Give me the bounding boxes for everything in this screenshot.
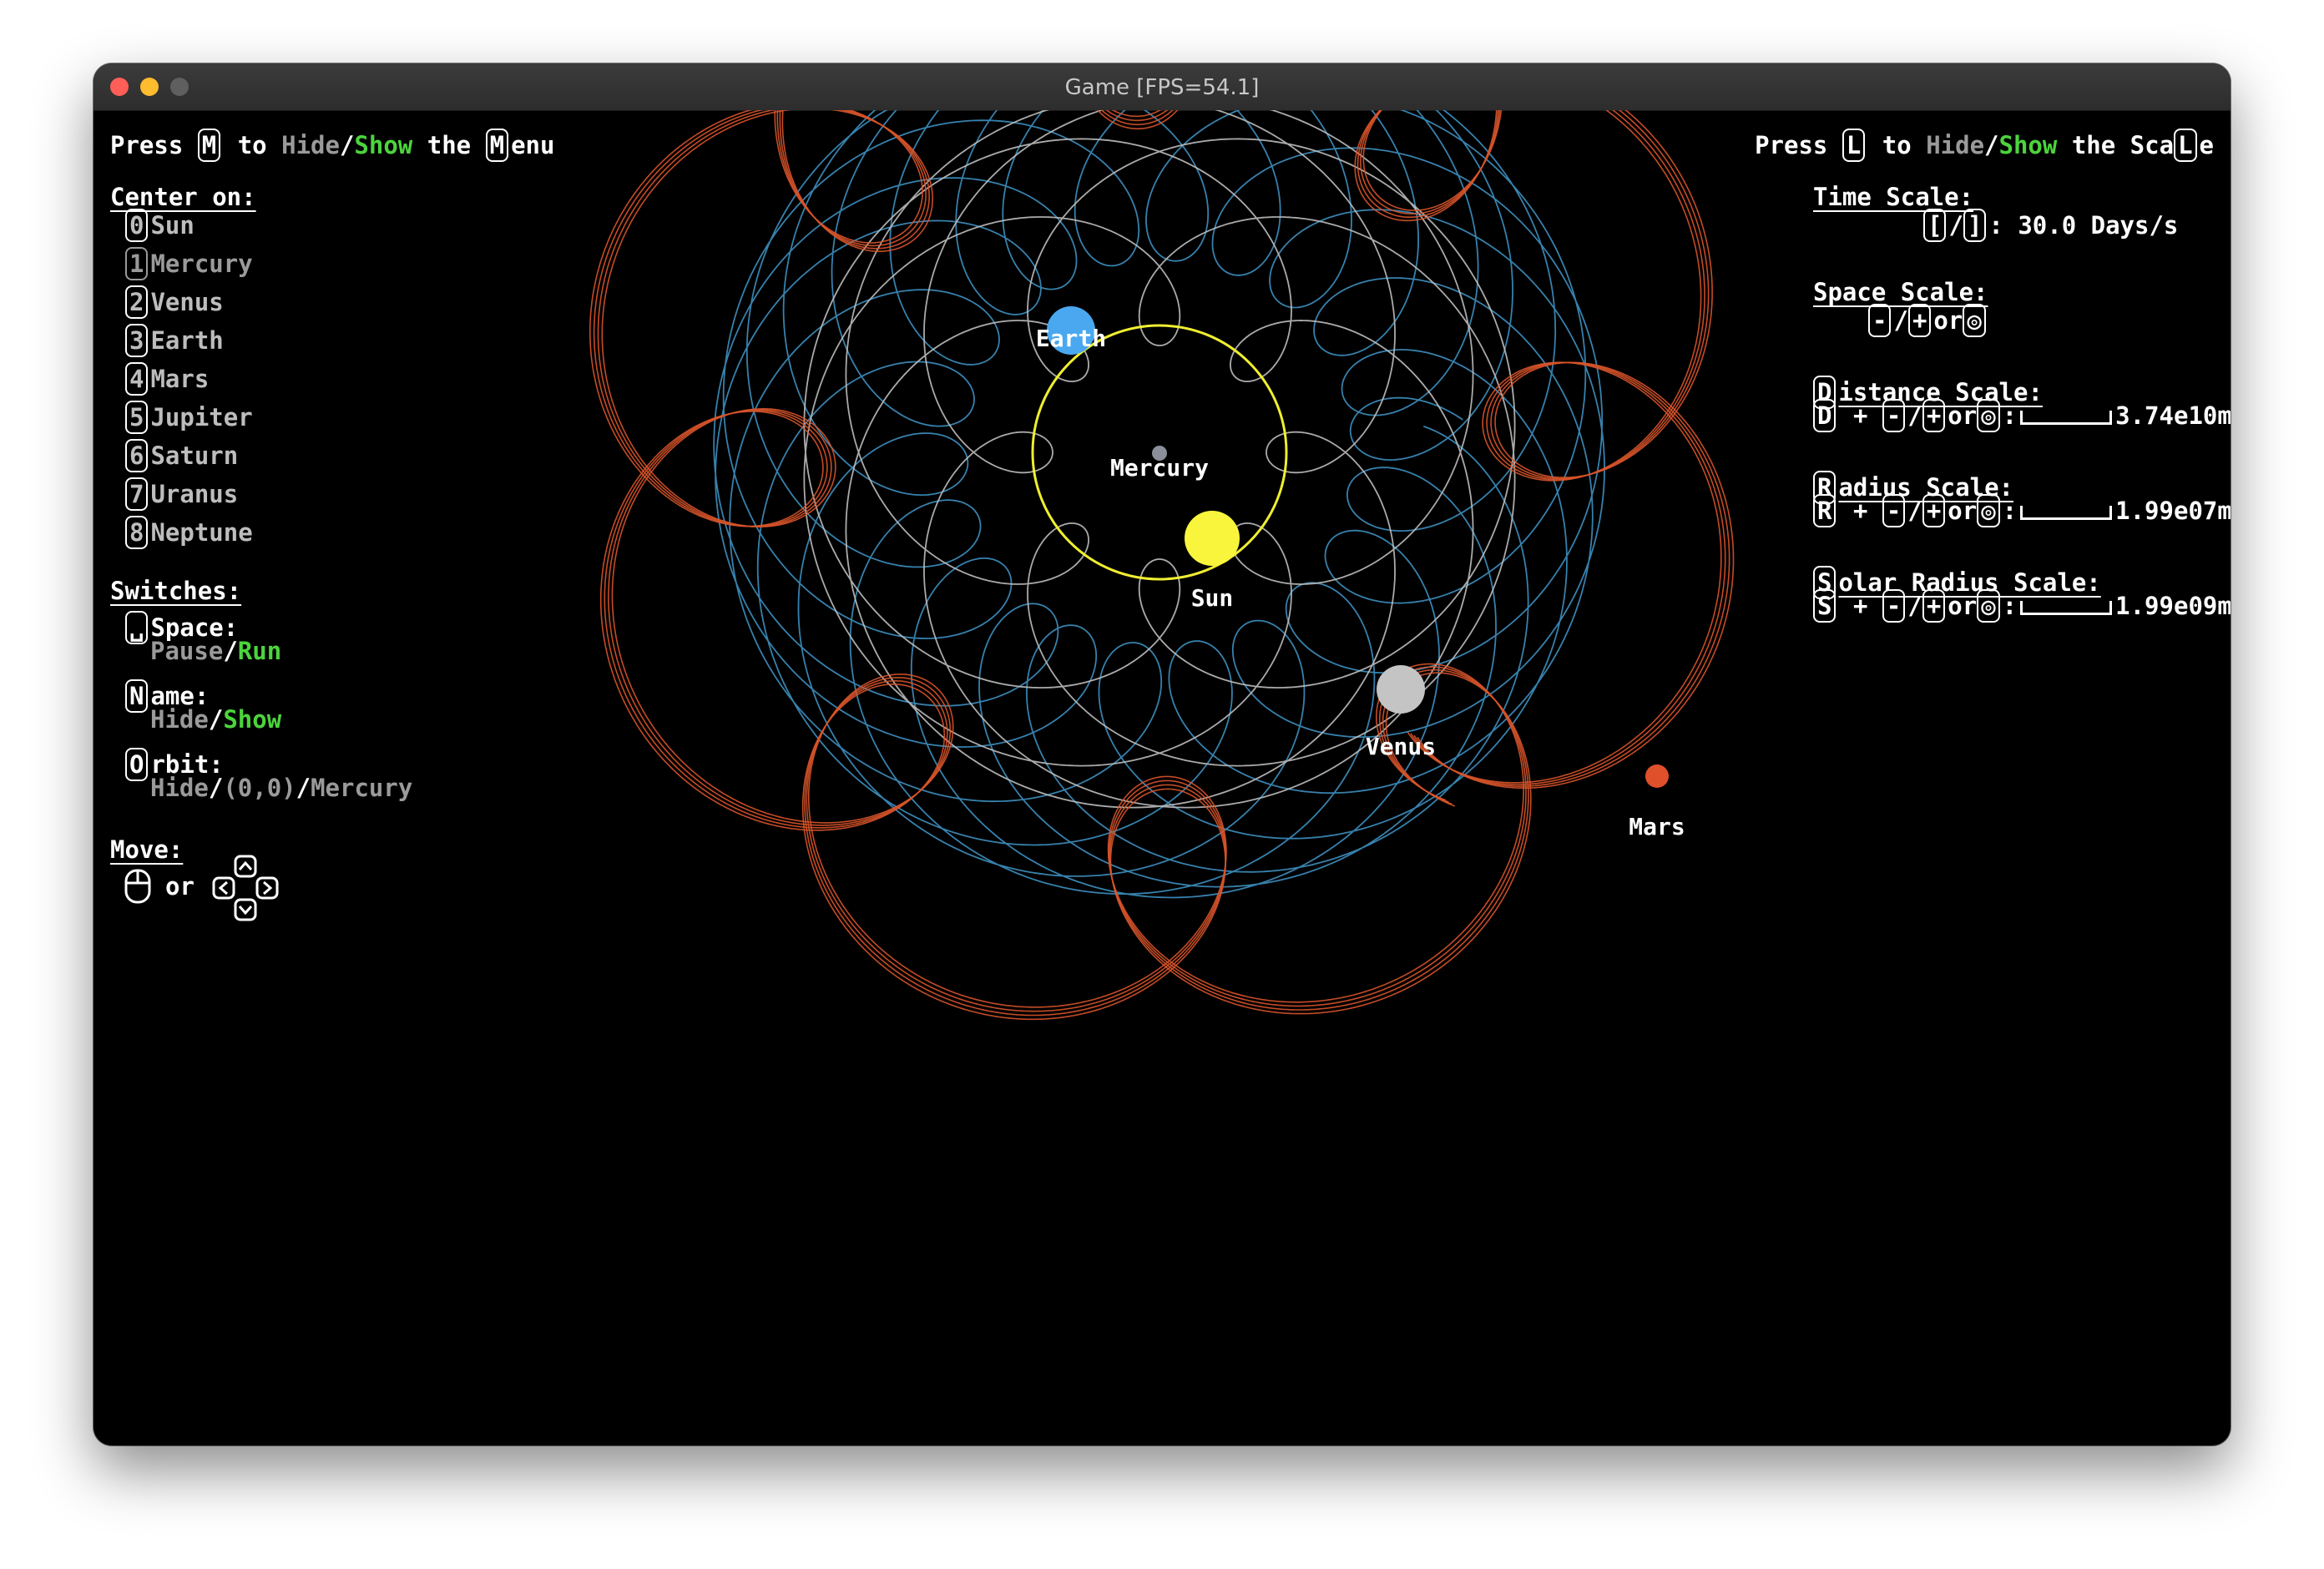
- menu-toggle-hint: Press M to Hide/Show the Menu: [110, 129, 554, 162]
- center-on-item-label: Jupiter: [150, 403, 253, 431]
- mouse-icon: [124, 869, 151, 904]
- mars-body[interactable]: [1645, 764, 1669, 788]
- key-bracket-right[interactable]: ]: [1963, 209, 1987, 242]
- distance-scale-row: D + - / + or ◎:3.74e10m: [1813, 399, 2231, 432]
- solar-radius-scale-row: S + - / + or ◎:1.99e09m: [1813, 589, 2231, 623]
- space-scale-heading: Space Scale:: [1813, 278, 1988, 306]
- key-plus[interactable]: +: [1907, 304, 1932, 337]
- center-on-item-venus[interactable]: 2 Venus: [125, 285, 224, 319]
- move-controls: or: [124, 855, 279, 933]
- center-on-item-label: Earth: [150, 326, 224, 355]
- key-7[interactable]: 7: [125, 477, 149, 511]
- space-switch-options: Pause/Run: [150, 637, 282, 665]
- scroll-wheel-icon: ◎: [1977, 494, 2000, 527]
- key-minus[interactable]: -: [1868, 304, 1892, 337]
- key-l[interactable]: L: [1842, 129, 1866, 162]
- time-scale-value: : 30.0 Days/s: [1988, 211, 2179, 240]
- space-scale-row: - / + or ◎: [1868, 304, 1988, 337]
- radius-scale-value: 1.99e07m: [2115, 497, 2231, 525]
- key-0[interactable]: 0: [125, 209, 149, 242]
- key-n[interactable]: N: [125, 679, 149, 713]
- center-on-item-label: Mars: [150, 365, 210, 393]
- mercury-label: Mercury: [1110, 454, 1209, 482]
- center-on-item-label: Mercury: [150, 250, 253, 278]
- scroll-wheel-icon: ◎: [1977, 399, 2000, 432]
- radius-scale-slider[interactable]: [2020, 505, 2113, 520]
- key-space[interactable]: ␣: [125, 611, 149, 644]
- center-on-item-mars[interactable]: 4 Mars: [125, 362, 209, 396]
- radius-scale-row: R + - / + or ◎:1.99e07m: [1813, 494, 2231, 527]
- scroll-wheel-icon: ◎: [1977, 589, 2000, 623]
- scroll-wheel-icon: ◎: [1963, 304, 1986, 337]
- center-on-item-label: Neptune: [150, 518, 253, 547]
- center-on-item-label: Sun: [150, 211, 195, 240]
- center-on-item-saturn[interactable]: 6 Saturn: [125, 439, 238, 472]
- move-heading: Move:: [110, 835, 184, 864]
- time-scale-row: [/]: 30.0 Days/s: [1923, 209, 2178, 242]
- time-scale-heading: Time Scale:: [1813, 183, 1974, 211]
- name-switch-options: Hide/Show: [150, 705, 282, 734]
- key-3[interactable]: 3: [125, 324, 149, 357]
- key-1[interactable]: 1: [125, 247, 149, 280]
- center-on-item-uranus[interactable]: 7 Uranus: [125, 477, 238, 511]
- center-on-item-label: Venus: [150, 288, 224, 316]
- key-2[interactable]: 2: [125, 285, 149, 319]
- mars-label: Mars: [1629, 813, 1685, 840]
- sun-body[interactable]: [1185, 511, 1240, 566]
- key-4[interactable]: 4: [125, 362, 149, 396]
- key-bracket-left[interactable]: [: [1923, 209, 1947, 242]
- solar-radius-scale-value: 1.99e09m: [2115, 592, 2231, 620]
- solar-radius-scale-slider[interactable]: [2020, 600, 2113, 615]
- center-on-item-jupiter[interactable]: 5 Jupiter: [125, 401, 253, 434]
- center-on-heading: Center on:: [110, 183, 256, 211]
- key-8[interactable]: 8: [125, 516, 149, 549]
- mars-trail-path: [593, 110, 1730, 1017]
- orbit-switch-options: Hide/(0,0)/Mercury: [150, 774, 413, 802]
- game-window: Game [FPS=54.1] Mercury Earth Sun Venus …: [93, 63, 2231, 1445]
- venus-label: Venus: [1366, 733, 1436, 760]
- distance-scale-slider[interactable]: [2020, 410, 2113, 425]
- arrow-keys-icon: [212, 855, 279, 921]
- window-title: Game [FPS=54.1]: [1064, 75, 1260, 100]
- key-o[interactable]: O: [125, 748, 149, 781]
- center-on-item-mercury[interactable]: 1 Mercury: [125, 247, 253, 280]
- key-l-scale[interactable]: L: [2174, 129, 2197, 162]
- distance-scale-value: 3.74e10m: [2115, 401, 2231, 430]
- venus-body[interactable]: [1377, 665, 1425, 714]
- center-on-item-neptune[interactable]: 8 Neptune: [125, 516, 253, 549]
- center-on-item-sun[interactable]: 0 Sun: [125, 209, 195, 242]
- center-on-item-label: Uranus: [150, 480, 239, 508]
- center-on-item-earth[interactable]: 3 Earth: [125, 324, 224, 357]
- title-bar: Game [FPS=54.1]: [93, 63, 2231, 111]
- scale-toggle-hint: Press L to Hide/Show the Sca Le: [1755, 129, 2214, 162]
- key-6[interactable]: 6: [125, 439, 149, 472]
- key-m[interactable]: M: [197, 129, 221, 162]
- key-5[interactable]: 5: [125, 401, 149, 434]
- simulation-canvas[interactable]: Mercury Earth Sun Venus Mars Press M to …: [93, 110, 2231, 1445]
- sun-label: Sun: [1191, 584, 1234, 612]
- earth-label: Earth: [1036, 325, 1106, 352]
- switches-heading: Switches:: [110, 577, 242, 605]
- key-m-menu[interactable]: M: [485, 129, 509, 162]
- center-on-item-label: Saturn: [150, 441, 239, 470]
